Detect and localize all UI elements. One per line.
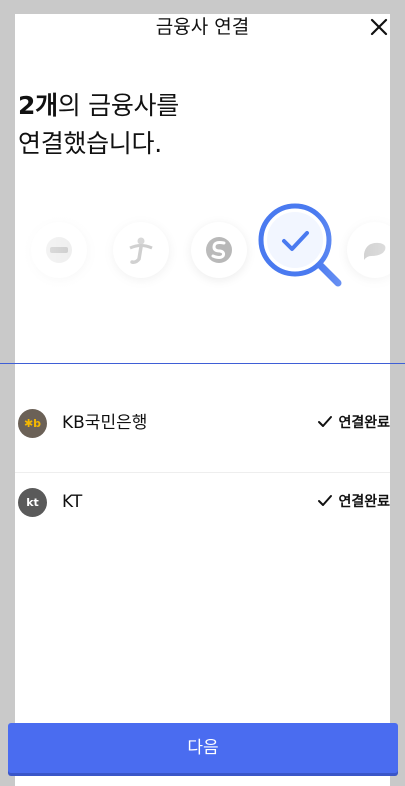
shinhan-logo-icon <box>191 222 247 278</box>
page-title: 금융사 연결 <box>155 16 250 38</box>
headline-line-1-rest: 의 금융사를 <box>57 91 179 120</box>
search-check-icon <box>257 202 342 287</box>
institution-logo-carousel <box>15 200 390 300</box>
status-badge: 연결완료 <box>317 491 390 511</box>
bank-logo-icon <box>347 222 390 278</box>
status-label: 연결완료 <box>338 494 390 510</box>
check-icon <box>318 495 333 506</box>
connected-institution-list: ✱b KB국민은행 연결완료 kt KT 연결완료 <box>15 394 390 551</box>
kb-logo-icon: ✱b <box>18 409 47 438</box>
headline-line-2: 연결했습니다. <box>18 129 162 158</box>
institution-name: KT <box>62 492 83 512</box>
connected-count: 2개 <box>18 91 58 120</box>
close-icon <box>370 18 388 36</box>
next-button[interactable]: 다음 <box>8 723 398 773</box>
close-button[interactable] <box>368 16 390 38</box>
connection-sheet: 금융사 연결 2개의 금융사를 연결했습니다. ✱b KB국민은행 연결완료 k… <box>0 14 405 786</box>
status-label: 연결완료 <box>338 415 390 431</box>
progress-divider <box>0 363 405 364</box>
institution-name: KB국민은행 <box>62 413 148 433</box>
hana-logo-icon <box>113 222 169 278</box>
list-item: ✱b KB국민은행 연결완료 <box>15 394 390 473</box>
headline-line-1: 2개의 금융사를 <box>18 87 179 125</box>
bank-logo-icon <box>31 222 87 278</box>
headline: 2개의 금융사를 연결했습니다. <box>18 87 179 163</box>
kt-logo-icon: kt <box>18 488 47 517</box>
status-badge: 연결완료 <box>317 412 390 432</box>
list-item: kt KT 연결완료 <box>15 473 390 551</box>
screen: 금융사 연결 2개의 금융사를 연결했습니다. ✱b KB국민은행 연결완료 k… <box>0 0 405 786</box>
check-icon <box>318 416 333 427</box>
